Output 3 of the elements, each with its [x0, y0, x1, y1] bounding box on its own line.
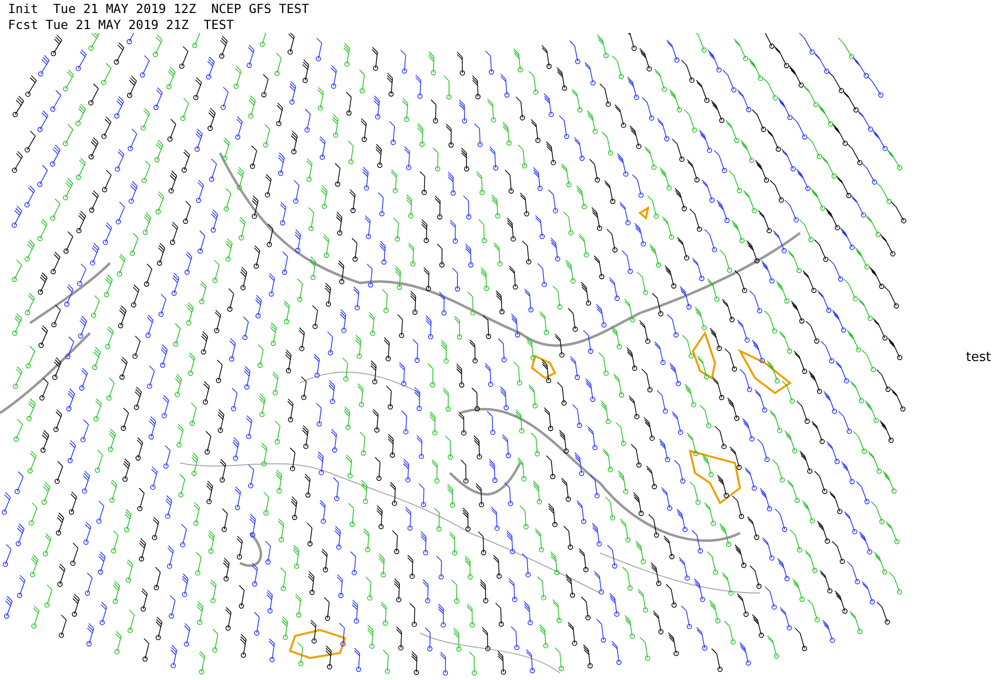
forecast-time-title: Fcst Tue 21 MAY 2019 21Z TEST	[8, 17, 234, 33]
init-time-title: Init Tue 21 MAY 2019 12Z NCEP GFS TEST	[8, 1, 310, 17]
side-label: test	[966, 350, 991, 364]
